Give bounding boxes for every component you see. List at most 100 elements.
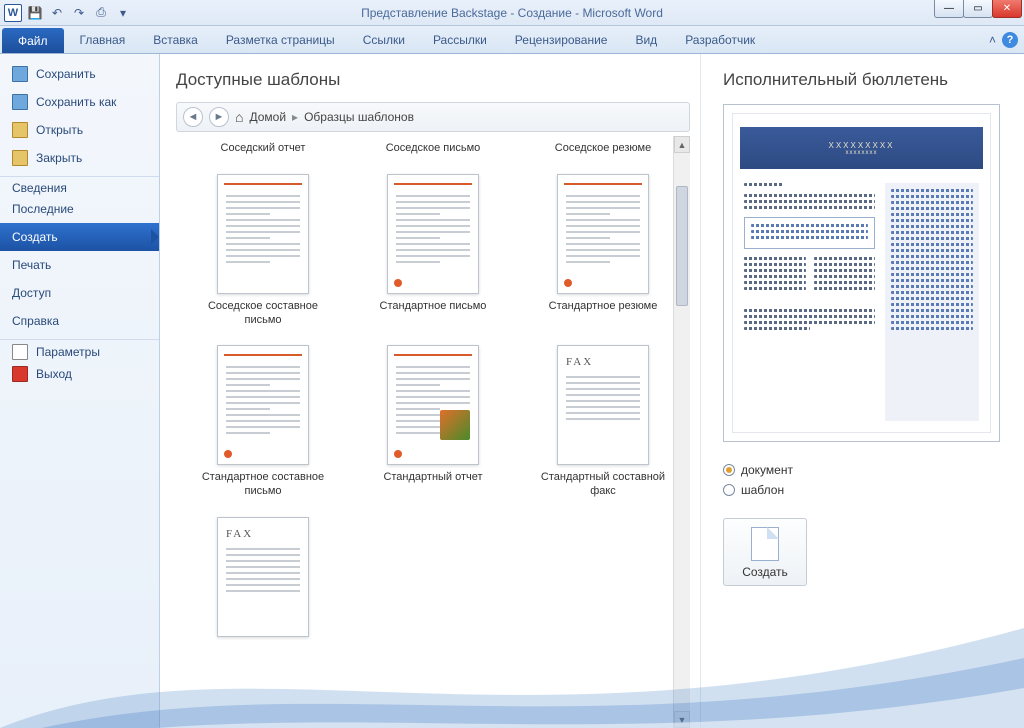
sidebar-label-open: Открыть: [36, 123, 83, 137]
maximize-button[interactable]: ▭: [963, 0, 993, 18]
close-button[interactable]: ✕: [992, 0, 1022, 18]
template-thumbnail: [387, 174, 479, 294]
tab-page-layout[interactable]: Разметка страницы: [212, 26, 349, 53]
home-icon[interactable]: ⌂: [235, 109, 243, 125]
print-icon[interactable]: ⎙: [92, 4, 110, 22]
template-label: Стандартное составное письмо: [193, 471, 333, 499]
sidebar-item-recent[interactable]: Последние: [0, 195, 159, 223]
tab-mailings[interactable]: Рассылки: [419, 26, 501, 53]
template-thumbnail: [387, 345, 479, 465]
create-as-radio-group: документ шаблон: [723, 460, 1000, 500]
template-item[interactable]: Соседский отчет: [188, 142, 338, 156]
radio-label-document: документ: [741, 463, 793, 477]
template-item[interactable]: Стандартное составное письмо: [188, 345, 338, 499]
exit-icon: [12, 366, 28, 382]
sidebar-label-options: Параметры: [36, 345, 100, 359]
backstage-view: Сохранить Сохранить как Открыть Закрыть …: [0, 54, 1024, 728]
ribbon-tabs: Файл Главная Вставка Разметка страницы С…: [0, 26, 1024, 54]
options-icon: [12, 344, 28, 360]
templates-breadcrumb: ◄ ► ⌂ Домой ▸ Образцы шаблонов: [176, 102, 690, 132]
template-item[interactable]: Стандартное письмо: [358, 174, 508, 328]
tab-home[interactable]: Главная: [66, 26, 140, 53]
tab-developer[interactable]: Разработчик: [671, 26, 769, 53]
sidebar-label-save-as: Сохранить как: [36, 95, 116, 109]
template-thumbnail: FAX: [557, 345, 649, 465]
preview-title: Исполнительный бюллетень: [723, 70, 1000, 90]
sidebar-label-info: Сведения: [12, 181, 67, 195]
templates-scroll-area: Соседский отчет Соседское письмо Соседское…: [176, 136, 690, 728]
breadcrumb-home[interactable]: Домой: [249, 110, 286, 124]
save-icon[interactable]: 💾: [26, 4, 44, 22]
template-thumbnail: [217, 345, 309, 465]
save-icon: [12, 66, 28, 82]
help-icon[interactable]: ?: [1002, 32, 1018, 48]
template-thumbnail: [557, 174, 649, 294]
ribbon-minimize-icon[interactable]: ˄: [989, 33, 996, 47]
sidebar-item-share[interactable]: Доступ: [0, 279, 159, 307]
scroll-down-icon[interactable]: ▼: [674, 711, 690, 728]
radio-label-template: шаблон: [741, 483, 784, 497]
templates-heading: Доступные шаблоны: [176, 70, 690, 90]
tab-insert[interactable]: Вставка: [139, 26, 212, 53]
sidebar-item-print[interactable]: Печать: [0, 251, 159, 279]
template-item[interactable]: Соседское письмо: [358, 142, 508, 156]
tab-file[interactable]: Файл: [2, 28, 64, 53]
chevron-right-icon: ▸: [292, 110, 298, 124]
redo-icon[interactable]: ↷: [70, 4, 88, 22]
open-icon: [12, 122, 28, 138]
backstage-sidebar: Сохранить Сохранить как Открыть Закрыть …: [0, 54, 160, 728]
breadcrumb-forward-icon[interactable]: ►: [209, 107, 229, 127]
template-label: Стандартный составной факс: [533, 471, 673, 499]
template-label: Стандартное резюме: [549, 300, 658, 314]
preview-doc-header: XXXXXXXXXxxxxxxxx: [740, 127, 983, 169]
sidebar-label-new: Создать: [12, 230, 58, 244]
sidebar-item-new[interactable]: Создать: [0, 223, 159, 251]
create-button[interactable]: Создать: [723, 518, 807, 586]
sidebar-item-close[interactable]: Закрыть: [0, 144, 159, 172]
sidebar-item-exit[interactable]: Выход: [0, 360, 159, 388]
tab-view[interactable]: Вид: [621, 26, 671, 53]
radio-document[interactable]: документ: [723, 460, 1000, 480]
backstage-main: Доступные шаблоны ◄ ► ⌂ Домой ▸ Образцы …: [160, 54, 1024, 728]
breadcrumb-back-icon[interactable]: ◄: [183, 107, 203, 127]
scroll-thumb[interactable]: [676, 186, 688, 306]
template-item[interactable]: Стандартный отчет: [358, 345, 508, 499]
template-item[interactable]: Соседское составное письмо: [188, 174, 338, 328]
sidebar-item-info[interactable]: Сведения: [0, 176, 159, 195]
sidebar-label-share: Доступ: [12, 286, 51, 300]
scroll-up-icon[interactable]: ▲: [674, 136, 690, 153]
qat-customize-icon[interactable]: ▾: [114, 4, 132, 22]
tab-review[interactable]: Рецензирование: [501, 26, 622, 53]
template-label: Соседский отчет: [221, 142, 306, 156]
sidebar-label-exit: Выход: [36, 367, 72, 381]
sidebar-item-save[interactable]: Сохранить: [0, 60, 159, 88]
preview-document: XXXXXXXXXxxxxxxxx: [732, 113, 991, 433]
template-label: Соседское составное письмо: [193, 300, 333, 328]
close-doc-icon: [12, 150, 28, 166]
preview-panel: Исполнительный бюллетень XXXXXXXXXxxxxxx…: [700, 54, 1024, 728]
template-label: Соседское резюме: [555, 142, 651, 156]
template-item[interactable]: FAX Стандартный составной факс: [528, 345, 678, 499]
word-app-icon: W: [4, 4, 22, 22]
sidebar-item-options[interactable]: Параметры: [0, 339, 159, 360]
tab-references[interactable]: Ссылки: [349, 26, 419, 53]
window-title: Представление Backstage - Создание - Mic…: [0, 6, 1024, 20]
radio-template[interactable]: шаблон: [723, 480, 1000, 500]
quick-access-toolbar: W 💾 ↶ ↷ ⎙ ▾: [0, 4, 132, 22]
sidebar-label-help: Справка: [12, 314, 59, 328]
template-item[interactable]: FAX: [188, 517, 338, 643]
sidebar-item-help[interactable]: Справка: [0, 307, 159, 335]
template-label: Стандартный отчет: [383, 471, 482, 485]
radio-icon: [723, 464, 735, 476]
sidebar-item-save-as[interactable]: Сохранить как: [0, 88, 159, 116]
minimize-button[interactable]: —: [934, 0, 964, 18]
breadcrumb-current[interactable]: Образцы шаблонов: [304, 110, 414, 124]
sidebar-item-open[interactable]: Открыть: [0, 116, 159, 144]
template-item[interactable]: Соседское резюме: [528, 142, 678, 156]
templates-panel: Доступные шаблоны ◄ ► ⌂ Домой ▸ Образцы …: [160, 54, 700, 728]
template-thumbnail: [217, 174, 309, 294]
template-item[interactable]: Стандартное резюме: [528, 174, 678, 328]
scrollbar[interactable]: ▲ ▼: [673, 136, 690, 728]
window-controls: — ▭ ✕: [935, 0, 1022, 18]
undo-icon[interactable]: ↶: [48, 4, 66, 22]
